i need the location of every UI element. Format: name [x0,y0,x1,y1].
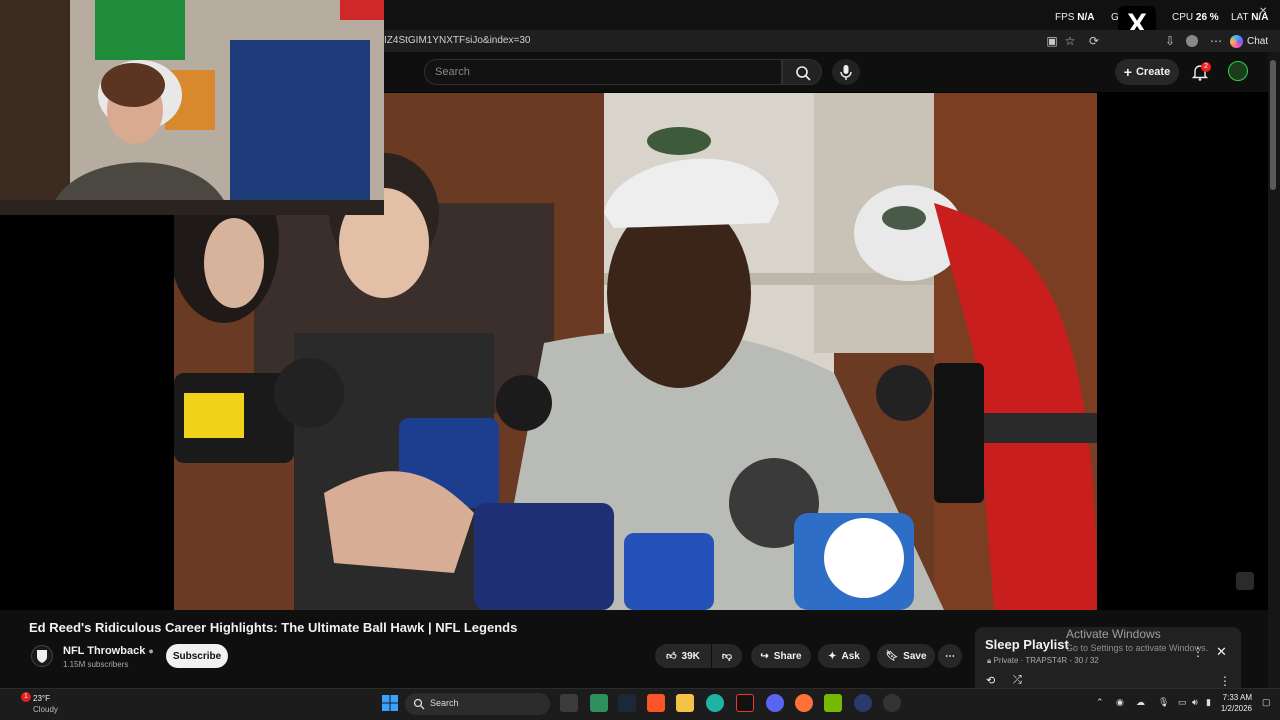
close-icon[interactable]: ✕ [1259,6,1267,17]
bookmark-icon: 🔖︎ [885,650,899,662]
ask-button[interactable]: ✦ Ask [818,644,870,668]
create-button[interactable]: + Create [1115,59,1179,85]
webcam-overlay [0,0,384,215]
steam-tray-icon[interactable]: ◉ [1116,697,1124,708]
fps-stat: FPS N/A [1055,12,1095,23]
playlist-close-icon[interactable]: ✕ [1216,644,1227,660]
copilot-icon [1230,34,1243,48]
search-button[interactable] [782,59,822,85]
notepad-icon[interactable] [590,694,608,712]
notification-center-icon[interactable]: ▢ [1262,697,1271,708]
volume-icon[interactable]: 🔊︎ [1192,697,1198,708]
share-icon: ↪ [760,650,769,662]
url-text[interactable]: IZ4StGIM1YNXTFsiJo&index=30 [384,35,530,46]
weather-badge: 1 [21,692,31,702]
video-title: Ed Reed's Ridiculous Career Highlights: … [29,620,518,635]
weather-condition[interactable]: Cloudy [33,705,58,714]
account-avatar[interactable] [1228,61,1248,81]
channel-name[interactable]: NFL Throwback ● [63,645,154,657]
plus-icon: + [1123,64,1132,80]
chat-button[interactable]: Chat [1230,32,1268,50]
activation-watermark-text: Go to Settings to activate Windows. [1066,643,1209,653]
extensions-icon[interactable]: ⟳ [1086,33,1102,49]
shuffle-icon[interactable]: ⤮ [1013,674,1022,687]
save-button[interactable]: 🔖︎ Save [877,644,935,668]
playlist-meta: 🔒︎ Private · TRAPST4R - 30 / 32 [987,656,1099,665]
sparkle-icon: ✦ [828,650,837,662]
playlist-title[interactable]: Sleep Playlist [985,637,1069,652]
channel-avatar[interactable] [31,645,53,667]
firefox-icon[interactable] [795,694,813,712]
playlist-more-icon[interactable]: ⋮ [1219,674,1231,688]
lock-icon: 🔒︎ [987,656,992,665]
taskbar [0,688,1280,720]
thumbs-up-icon: 👍︎ [666,651,677,662]
recorder-icon[interactable] [883,694,901,712]
edge-icon[interactable] [706,694,724,712]
notification-badge: 2 [1201,62,1211,72]
nfl-shield-icon [37,650,47,663]
task-view-icon[interactable] [560,694,578,712]
cpu-stat: CPU 26 % [1172,12,1219,23]
loop-icon[interactable]: ⟲ [986,674,995,687]
search-input[interactable]: Search [424,59,782,85]
file-explorer-icon[interactable] [676,694,694,712]
battery-icon[interactable]: ▮ [1206,697,1211,708]
system-clock[interactable]: 7:33 AM 1/2/2026 [1218,692,1252,714]
cloud-tray-icon[interactable]: ☁ [1136,697,1145,708]
subscribe-button[interactable]: Subscribe [166,644,228,668]
microphone-tray-icon[interactable]: 🎙︎ [1158,697,1169,708]
tray-overflow-icon[interactable]: ⌃ [1096,697,1104,708]
thumbs-down-icon: 👎︎ [721,651,733,662]
webcam-scene [0,0,384,215]
taskbar-search[interactable]: Search [405,693,550,715]
miniplayer-icon[interactable] [1236,572,1254,590]
voice-search-button[interactable] [832,59,860,85]
steam-icon[interactable] [618,694,636,712]
discord-icon[interactable] [766,694,784,712]
profile-icon[interactable] [1184,33,1200,49]
start-button[interactable] [382,695,398,711]
dislike-button[interactable]: 👎︎ [712,644,742,668]
download-icon[interactable]: ⇩ [1162,33,1178,49]
network-icon[interactable]: ▭ [1178,697,1187,708]
more-horizontal-icon: ⋯ [945,650,955,662]
microphone-icon [840,65,852,80]
verified-icon: ● [148,646,154,656]
share-button[interactable]: ↪ Share [751,644,811,668]
activation-watermark-title: Activate Windows [1066,627,1161,641]
subscriber-count: 1.15M subscribers [63,660,129,669]
like-button[interactable]: 👍︎ 39K [655,644,711,668]
brave-icon[interactable] [647,694,665,712]
search-icon [413,698,425,710]
more-actions-button[interactable]: ⋯ [938,644,962,668]
app-icon[interactable] [854,694,872,712]
windows-icon [382,695,398,711]
nvidia-icon[interactable] [824,694,842,712]
weather-temperature[interactable]: 23°F [33,694,50,703]
more-menu-icon[interactable]: ⋯ [1208,33,1224,49]
tab-icon[interactable]: ▣ [1044,33,1060,49]
star-icon[interactable]: ☆ [1062,33,1078,49]
scrollbar-thumb[interactable] [1270,60,1276,190]
tiktok-icon[interactable] [736,694,754,712]
search-icon [796,66,811,81]
